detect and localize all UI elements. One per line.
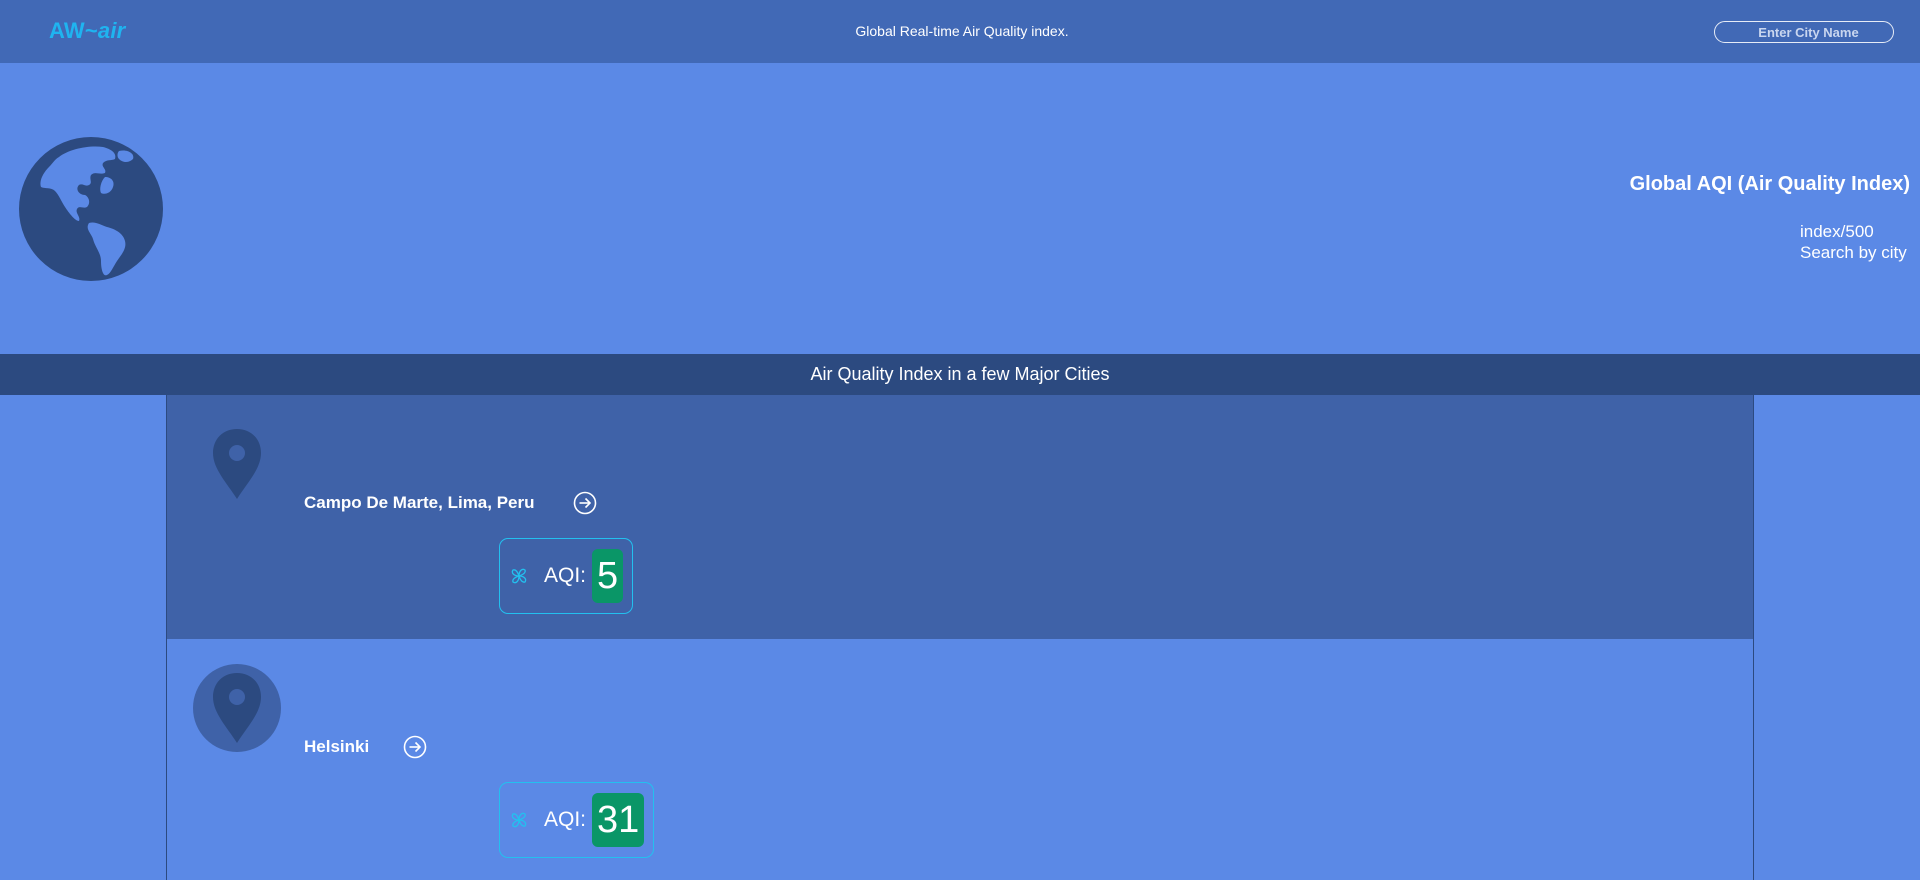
aqi-badge: AQI: 31: [499, 782, 655, 858]
city-card: Helsinki AQI: 31: [167, 639, 1753, 880]
arrow-right-circle-icon[interactable]: [403, 735, 427, 759]
city-list: Campo De Marte, Lima, Peru AQI: 5 Helsin…: [166, 395, 1754, 880]
location-pin-icon: [193, 420, 281, 508]
aqi-value: 31: [592, 793, 645, 847]
city-search-input[interactable]: [1715, 22, 1893, 42]
site-tagline: Global Real-time Air Quality index.: [855, 23, 1069, 39]
location-pin-icon: [193, 664, 281, 752]
city-name[interactable]: Campo De Marte, Lima, Peru: [304, 493, 535, 513]
section-heading: Air Quality Index in a few Major Cities: [0, 354, 1920, 395]
aqi-badge: AQI: 5: [499, 538, 634, 614]
hero-title: Global AQI (Air Quality Index): [1629, 173, 1910, 195]
city-card: Campo De Marte, Lima, Peru AQI: 5: [167, 395, 1753, 639]
city-name[interactable]: Helsinki: [304, 737, 369, 757]
aqi-label: AQI:: [544, 564, 587, 587]
aqi-label: AQI:: [544, 808, 587, 831]
aqi-value: 5: [592, 549, 624, 603]
arrow-right-circle-icon[interactable]: [573, 491, 597, 515]
top-navbar: AW~air Global Real-time Air Quality inde…: [0, 0, 1920, 63]
hero-index-scale: index/500: [1800, 222, 1874, 241]
city-search-form: [1714, 21, 1894, 43]
hero-search-hint: Search by city: [1800, 243, 1907, 262]
hero-subtitle: index/500 Search by city: [1800, 221, 1907, 263]
wind-fan-icon: [511, 812, 527, 828]
wind-fan-icon: [511, 568, 527, 584]
globe-icon: [19, 137, 163, 281]
